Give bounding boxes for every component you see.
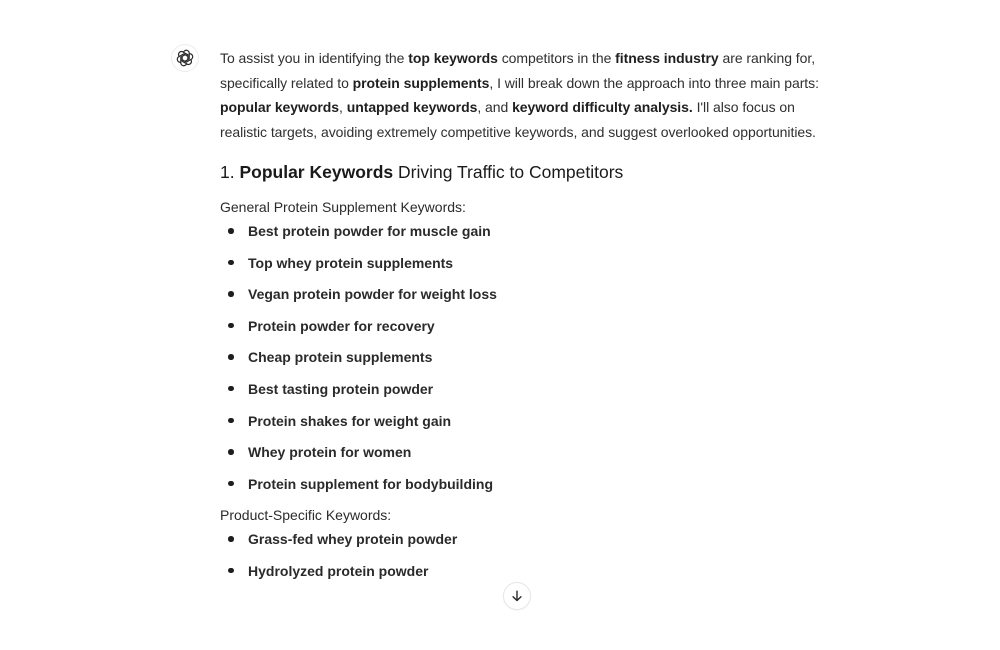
list-item-text: Best protein powder for muscle gain (248, 223, 491, 239)
bullet-icon (228, 567, 234, 574)
product-specific-keywords-list: Grass-fed whey protein powder Hydrolyzed… (220, 529, 840, 581)
intro-bold-segment: popular keywords (220, 99, 340, 115)
list-item: Protein powder for recovery (220, 316, 840, 336)
product-specific-keywords-label: Product-Specific Keywords: (220, 507, 392, 524)
scroll-to-bottom-button[interactable] (503, 582, 531, 610)
bullet-icon (228, 228, 234, 234)
list-item-text: Grass-fed whey protein powder (248, 531, 458, 548)
list-item: Whey protein for women (220, 442, 840, 462)
list-item: Cheap protein supplements (220, 347, 840, 367)
intro-text-segment: , (339, 99, 347, 115)
list-item-text: Hydrolyzed protein powder (248, 562, 429, 579)
intro-bold-segment: protein supplements (352, 74, 490, 91)
intro-bold-segment: top keywords (408, 50, 498, 66)
list-item: Protein shakes for weight gain (220, 411, 840, 431)
intro-text-segment: competitors in the (497, 50, 616, 66)
assistant-message: To assist you in identifying the top key… (0, 0, 1000, 650)
general-keywords-list: Best protein powder for muscle gain Top … (220, 221, 840, 494)
bullet-icon (228, 536, 234, 542)
section-title-rest: Driving Traffic to Competitors (393, 162, 624, 182)
general-keywords-label: General Protein Supplement Keywords: (220, 199, 466, 215)
section-heading-popular-keywords: 1. Popular Keywords Driving Traffic to C… (220, 158, 840, 186)
list-item-text: Whey protein for women (248, 444, 412, 461)
list-item: Grass-fed whey protein powder (220, 529, 840, 549)
arrow-down-icon (512, 590, 522, 602)
list-item: Protein supplement for bodybuilding (220, 474, 840, 494)
list-item: Best protein powder for muscle gain (220, 221, 840, 241)
intro-paragraph: To assist you in identifying the top key… (220, 46, 840, 144)
list-item-text: Protein shakes for weight gain (248, 412, 452, 429)
intro-bold-segment: fitness industry (615, 50, 719, 66)
list-item-text: Protein powder for recovery (248, 317, 435, 334)
list-item-text: Protein supplement for bodybuilding (248, 475, 493, 492)
assistant-avatar (171, 44, 199, 72)
list-item-text: Vegan protein powder for weight loss (248, 286, 497, 303)
list-item: Hydrolyzed protein powder (220, 561, 840, 581)
intro-text-segment: , and (477, 99, 513, 115)
section-number: 1. (220, 162, 240, 182)
bullet-icon (228, 259, 234, 266)
bullet-icon (228, 417, 234, 424)
list-item: Top whey protein supplements (220, 253, 840, 273)
openai-logo-icon (176, 49, 194, 67)
message-content: To assist you in identifying the top key… (220, 46, 840, 593)
list-item-text: Best tasting protein powder (248, 380, 434, 397)
bullet-icon (228, 322, 234, 329)
bullet-icon (228, 354, 234, 360)
intro-bold-segment: untapped keywords (346, 99, 478, 115)
section-title-bold: Popular Keywords (239, 162, 394, 182)
list-item: Vegan protein powder for weight loss (220, 284, 840, 304)
bullet-icon (228, 291, 234, 297)
list-item: Best tasting protein powder (220, 379, 840, 399)
bullet-icon (228, 385, 234, 392)
bullet-icon (228, 480, 234, 487)
intro-text-segment: To assist you in identifying the (220, 50, 409, 66)
list-item-text: Top whey protein supplements (248, 254, 454, 271)
intro-text-segment: , I will break down the approach into th… (489, 74, 819, 91)
bullet-icon (228, 449, 234, 455)
list-item-text: Cheap protein supplements (248, 349, 433, 366)
intro-bold-segment: keyword difficulty analysis. (512, 99, 693, 115)
